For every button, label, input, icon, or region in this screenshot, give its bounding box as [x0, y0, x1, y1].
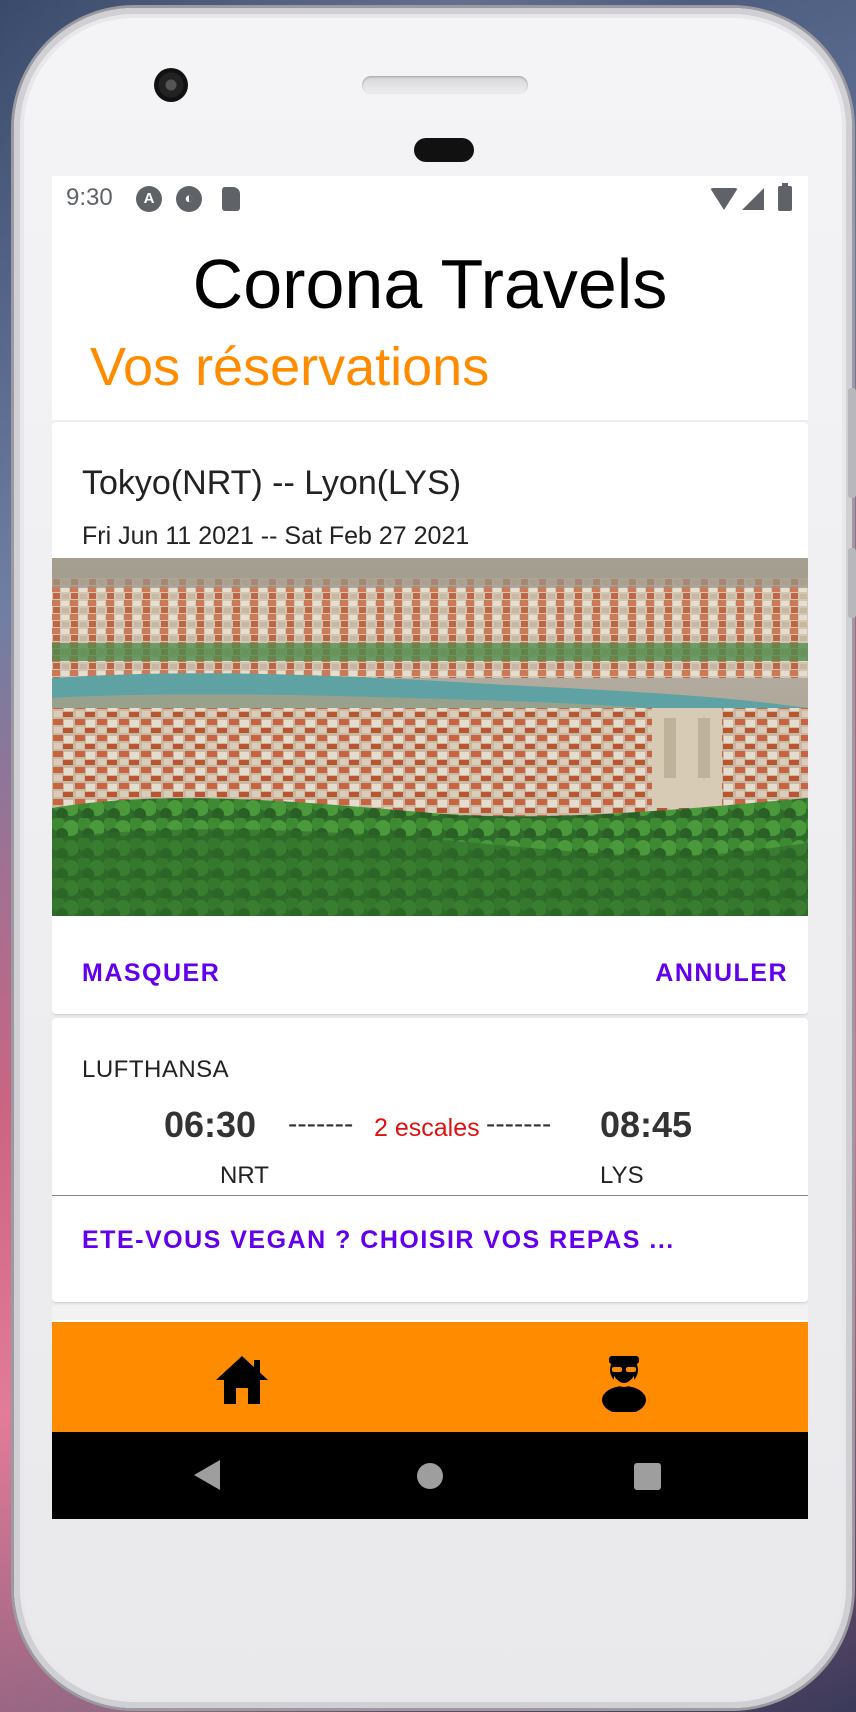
earpiece-speaker: [362, 76, 528, 94]
destination-photo: [52, 558, 808, 916]
status-time: 9:30: [66, 184, 113, 211]
android-a-icon: A: [136, 186, 162, 212]
badge-icon: ◐: [176, 186, 202, 212]
wifi-icon: [710, 188, 738, 210]
back-icon[interactable]: [194, 1460, 220, 1490]
hide-button[interactable]: MASQUER: [82, 959, 220, 988]
route-dashes-right: -------: [486, 1108, 552, 1139]
system-navigation-bar: [52, 1432, 808, 1519]
route-title: Tokyo(NRT) -- Lyon(LYS): [82, 464, 462, 502]
departure-airport-code: NRT: [220, 1162, 269, 1189]
volume-button: [848, 388, 856, 498]
battery-icon: [778, 183, 792, 211]
departure-time: 06:30: [164, 1104, 257, 1145]
reservation-card: Tokyo(NRT) -- Lyon(LYS) Fri Jun 11 2021 …: [52, 422, 808, 1014]
stops-count: 2 escales: [374, 1114, 480, 1142]
proximity-sensor: [414, 138, 474, 162]
profile-icon[interactable]: [596, 1346, 652, 1414]
cancel-button[interactable]: ANNULER: [655, 959, 788, 988]
recents-icon[interactable]: [634, 1463, 661, 1490]
route-dashes-left: -------: [288, 1108, 354, 1139]
app-title: Corona Travels: [192, 245, 668, 323]
airline-name: LUFTHANSA: [82, 1056, 230, 1083]
choose-meal-button[interactable]: ETE-VOUS VEGAN ? CHOISIR VOS REPAS ...: [82, 1226, 675, 1255]
home-circle-icon[interactable]: [417, 1463, 443, 1489]
sd-card-icon: [222, 187, 240, 211]
app-screen: 9:30 A ◐ Corona Travels Vos réservations…: [52, 176, 808, 1519]
signal-icon: [742, 188, 764, 210]
status-bar: 9:30 A ◐: [52, 176, 808, 222]
bottom-navigation: [52, 1322, 808, 1432]
section-title: Vos réservations: [90, 337, 490, 397]
flight-card: LUFTHANSA 06:30 ------- 2 escales ------…: [52, 1018, 808, 1302]
front-camera: [154, 68, 188, 102]
arrival-airport-code: LYS: [600, 1162, 644, 1189]
trip-dates: Fri Jun 11 2021 -- Sat Feb 27 2021: [82, 522, 470, 550]
card-divider: [52, 1195, 808, 1196]
home-icon[interactable]: [212, 1352, 272, 1408]
power-button: [848, 548, 856, 618]
lyon-cityscape-image: [52, 558, 808, 916]
arrival-time: 08:45: [600, 1104, 693, 1145]
